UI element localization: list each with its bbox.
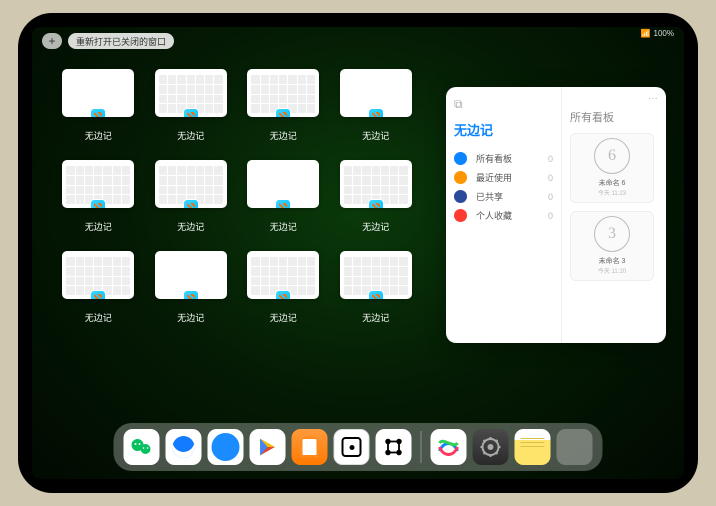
thumbnail-label: 无边记 [270, 129, 297, 142]
sidebar-item-label: 已共享 [476, 190, 543, 203]
board-card[interactable]: 6 未命名 6今天 11:23 [570, 133, 654, 203]
dock-wechat-icon[interactable] [124, 429, 160, 465]
board-card[interactable]: 3 未命名 3今天 11:20 [570, 211, 654, 281]
board-name: 未命名 6 [599, 178, 626, 188]
thumbnail-label: 无边记 [270, 311, 297, 324]
category-icon [454, 171, 467, 184]
panel-right-title: 所有看板 [570, 109, 658, 125]
wifi-icon: 📶 [641, 29, 651, 38]
more-icon[interactable]: ··· [648, 93, 658, 104]
dock-freeform-icon[interactable] [431, 429, 467, 465]
freeform-app-icon [368, 108, 384, 117]
sidebar-toggle-icon[interactable]: ⧉ [454, 97, 553, 112]
dock-dice-icon[interactable] [334, 429, 370, 465]
board-sketch: 3 [594, 216, 630, 252]
window-thumbnail[interactable]: 无边记 [155, 69, 228, 142]
thumbnail-label: 无边记 [177, 220, 204, 233]
sidebar-item-count: 0 [548, 211, 553, 221]
sidebar-item-label: 所有看板 [476, 152, 543, 165]
dock-qq-icon[interactable] [166, 429, 202, 465]
dock-browser-icon[interactable] [208, 429, 244, 465]
ipad-frame: 📶 100% + 重新打开已关闭的窗口 无边记无边记无边记无边记无边记无边记无边… [18, 13, 698, 493]
sidebar-item[interactable]: 已共享 0 [454, 187, 553, 206]
dock-books-icon[interactable] [292, 429, 328, 465]
window-thumbnail[interactable]: 无边记 [340, 251, 413, 324]
board-time: 今天 11:23 [598, 188, 626, 197]
status-bar: 📶 100% [641, 29, 674, 38]
freeform-app-icon [275, 108, 291, 117]
freeform-app-icon [183, 108, 199, 117]
dock-play-icon[interactable] [250, 429, 286, 465]
panel-sidebar: ⧉ 无边记 所有看板 0 最近使用 0 已共享 0 个人收藏 0 [446, 87, 562, 343]
dock-separator [421, 431, 422, 463]
screen: 📶 100% + 重新打开已关闭的窗口 无边记无边记无边记无边记无边记无边记无边… [32, 27, 684, 479]
freeform-app-icon [183, 199, 199, 208]
thumbnail-label: 无边记 [85, 311, 112, 324]
sidebar-item[interactable]: 个人收藏 0 [454, 206, 553, 225]
category-icon [454, 152, 467, 165]
dock-notes-icon[interactable] [515, 429, 551, 465]
sidebar-item[interactable]: 最近使用 0 [454, 168, 553, 187]
sidebar-item-label: 最近使用 [476, 171, 543, 184]
thumbnail-label: 无边记 [177, 129, 204, 142]
board-time: 今天 11:20 [598, 266, 626, 275]
window-thumbnail[interactable]: 无边记 [247, 69, 320, 142]
board-sketch: 6 [594, 138, 630, 174]
thumbnail-label: 无边记 [85, 220, 112, 233]
category-icon [454, 190, 467, 203]
window-thumbnail[interactable]: 无边记 [340, 160, 413, 233]
sidebar-item-count: 0 [548, 173, 553, 183]
category-icon [454, 209, 467, 222]
window-grid: 无边记无边记无边记无边记无边记无边记无边记无边记无边记无边记无边记无边记 [62, 69, 412, 324]
window-thumbnail[interactable]: 无边记 [340, 69, 413, 142]
thumbnail-label: 无边记 [85, 129, 112, 142]
sidebar-item-count: 0 [548, 154, 553, 164]
window-thumbnail[interactable]: 无边记 [155, 160, 228, 233]
window-thumbnail[interactable]: 无边记 [62, 69, 135, 142]
freeform-app-icon [368, 290, 384, 299]
window-thumbnail[interactable]: 无边记 [247, 160, 320, 233]
sidebar-item-count: 0 [548, 192, 553, 202]
dock [114, 423, 603, 471]
thumbnail-label: 无边记 [362, 220, 389, 233]
battery-text: 100% [654, 29, 674, 38]
thumbnail-label: 无边记 [362, 311, 389, 324]
freeform-app-icon [90, 199, 106, 208]
window-thumbnail[interactable]: 无边记 [247, 251, 320, 324]
dock-settings-icon[interactable] [473, 429, 509, 465]
freeform-app-icon [90, 290, 106, 299]
thumbnail-label: 无边记 [270, 220, 297, 233]
sidebar-item-label: 个人收藏 [476, 209, 543, 222]
freeform-app-icon [90, 108, 106, 117]
reopen-closed-window-button[interactable]: 重新打开已关闭的窗口 [68, 33, 174, 49]
panel-title: 无边记 [454, 120, 553, 139]
freeform-app-icon [368, 199, 384, 208]
freeform-app-icon [275, 290, 291, 299]
board-name: 未命名 3 [599, 256, 626, 266]
sidebar-item[interactable]: 所有看板 0 [454, 149, 553, 168]
panel-content: ··· 所有看板 6 未命名 6今天 11:23 3 未命名 3今天 11:20 [562, 87, 666, 343]
freeform-app-icon [183, 290, 199, 299]
thumbnail-label: 无边记 [177, 311, 204, 324]
freeform-panel[interactable]: ⧉ 无边记 所有看板 0 最近使用 0 已共享 0 个人收藏 0 ··· 所有看板 6 未命名 … [446, 87, 666, 343]
window-thumbnail[interactable]: 无边记 [62, 160, 135, 233]
dock-folder-icon[interactable] [557, 429, 593, 465]
window-thumbnail[interactable]: 无边记 [155, 251, 228, 324]
dock-connect-icon[interactable] [376, 429, 412, 465]
freeform-app-icon [275, 199, 291, 208]
thumbnail-label: 无边记 [362, 129, 389, 142]
new-window-button[interactable]: + [42, 33, 62, 49]
window-thumbnail[interactable]: 无边记 [62, 251, 135, 324]
